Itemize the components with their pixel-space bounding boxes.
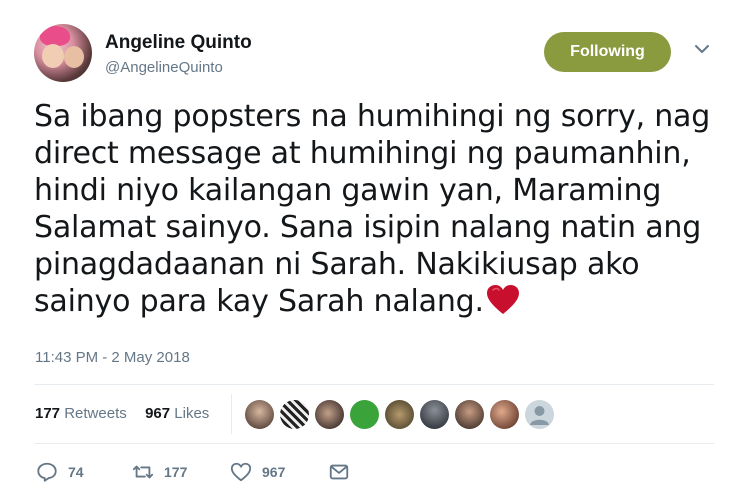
- tweet-timestamp[interactable]: 11:43 PM - 2 May 2018: [35, 349, 190, 366]
- tweet-actions: 74 177 967: [36, 460, 436, 484]
- following-button[interactable]: Following: [544, 32, 671, 72]
- heart-icon[interactable]: [230, 461, 252, 483]
- reply-icon[interactable]: [36, 461, 58, 483]
- liker-avatar[interactable]: [455, 400, 484, 429]
- retweet-icon[interactable]: [132, 461, 154, 483]
- liker-avatar[interactable]: [420, 400, 449, 429]
- tweet-text: Sa ibang popsters na humihingi ng sorry,…: [34, 98, 724, 320]
- retweet-action[interactable]: 177: [132, 460, 187, 484]
- divider: [34, 443, 714, 444]
- divider: [34, 384, 714, 385]
- like-count: 967: [262, 464, 286, 480]
- red-heart-icon: [486, 285, 519, 314]
- reply-count: 74: [68, 464, 84, 480]
- likes-label[interactable]: Likes: [174, 405, 209, 422]
- retweets-label[interactable]: Retweets: [64, 405, 127, 422]
- tweet-line-last: sainyo para kay Sarah nalang.: [34, 283, 724, 320]
- stats-separator: [231, 394, 232, 434]
- liker-avatar[interactable]: [245, 400, 274, 429]
- tweet-line: Sa ibang popsters na humihingi ng sorry,…: [34, 99, 711, 134]
- chevron-down-icon[interactable]: [693, 40, 711, 58]
- liker-avatar[interactable]: [490, 400, 519, 429]
- liker-avatar[interactable]: [385, 400, 414, 429]
- reply-action[interactable]: 74: [36, 460, 84, 484]
- liker-avatar[interactable]: [350, 400, 379, 429]
- likes-count[interactable]: 967: [145, 405, 170, 422]
- direct-message-action[interactable]: [328, 460, 350, 484]
- engagement-stats: 177 Retweets 967 Likes: [35, 405, 209, 422]
- retweet-count: 177: [164, 464, 188, 480]
- user-handle[interactable]: @AngelineQuinto: [105, 59, 223, 76]
- tweet-line: direct message at humihingi ng paumanhin…: [34, 136, 691, 171]
- liker-avatar[interactable]: [315, 400, 344, 429]
- retweets-count[interactable]: 177: [35, 405, 60, 422]
- tweet-line: sainyo para kay Sarah nalang.: [34, 284, 484, 319]
- tweet-line: pinagdadaanan ni Sarah. Nakikiusap ako: [34, 247, 640, 282]
- default-user-icon: [530, 406, 549, 425]
- tweet-header: Angeline Quinto @AngelineQuinto Followin…: [34, 24, 724, 86]
- tweet-line: hindi niyo kailangan gawin yan, Maraming: [34, 173, 662, 208]
- like-action[interactable]: 967: [230, 460, 285, 484]
- liker-avatar[interactable]: [280, 400, 309, 429]
- display-name[interactable]: Angeline Quinto: [105, 32, 252, 54]
- envelope-icon[interactable]: [328, 461, 350, 483]
- tweet-line: Salamat sainyo. Sana isipin nalang natin…: [34, 210, 702, 245]
- liker-avatar-default[interactable]: [525, 400, 554, 429]
- profile-avatar[interactable]: [34, 24, 92, 82]
